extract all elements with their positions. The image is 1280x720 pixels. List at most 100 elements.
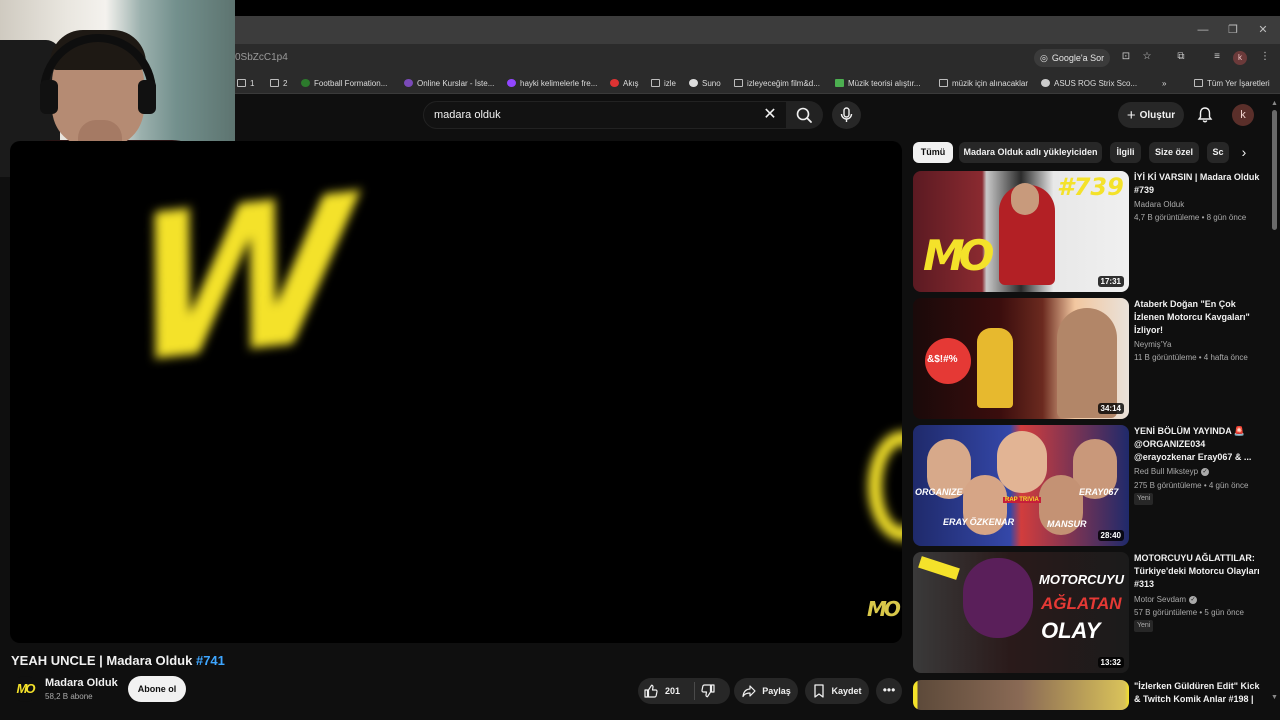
search-button[interactable] bbox=[787, 101, 823, 129]
suno-icon bbox=[689, 79, 698, 87]
channel-name[interactable]: Madara Olduk bbox=[45, 677, 118, 689]
chip-from-uploader[interactable]: Madara Olduk adlı yükleyiciden bbox=[959, 142, 1102, 163]
verified-check-icon: ✓ bbox=[1201, 467, 1210, 476]
football-icon bbox=[301, 79, 310, 87]
bookmark-asus-rog[interactable]: ASUS ROG Strix Sco... bbox=[1041, 76, 1137, 90]
hashtag-link[interactable]: #741 bbox=[196, 653, 225, 668]
headphone-cup bbox=[138, 80, 156, 114]
bookmark-folder-2[interactable]: 2 bbox=[270, 76, 287, 90]
thumb-helmet bbox=[963, 558, 1033, 638]
bookmark-izle[interactable]: izle bbox=[651, 76, 676, 90]
url-text[interactable]: 0SbZcC1p4 bbox=[235, 52, 288, 63]
verified-check-icon: ✓ bbox=[1189, 595, 1198, 604]
page-scrollbar[interactable] bbox=[1272, 110, 1277, 230]
rec-title[interactable]: Ataberk Doğan "En Çok İzlenen Motorcu Ka… bbox=[1134, 298, 1264, 337]
account-avatar[interactable]: k bbox=[1232, 104, 1254, 126]
rec-channel[interactable]: Motor Sevdam ✓ bbox=[1134, 595, 1198, 604]
bookmark-icon bbox=[814, 684, 825, 698]
rec-thumbnail[interactable]: MOTORCUYU AĞLATAN OLAY 13:32 bbox=[913, 552, 1129, 673]
bookmark-star-icon[interactable]: ☆ bbox=[1140, 50, 1154, 64]
thumb-episode-text: #739 bbox=[1057, 173, 1124, 201]
rec-title[interactable]: YENİ BÖLÜM YAYINDA 🚨 @ORGANIZE034 @erayo… bbox=[1134, 425, 1264, 464]
rec-thumbnail[interactable]: &$!#% 34:14 bbox=[913, 298, 1129, 419]
thumb-logo: MO bbox=[923, 231, 994, 280]
minimize-icon[interactable]: — bbox=[1188, 16, 1218, 44]
like-button[interactable]: 201 bbox=[643, 683, 680, 699]
create-button[interactable]: + Oluştur bbox=[1118, 102, 1184, 128]
scroll-up-arrow-icon[interactable]: ▲ bbox=[1271, 100, 1278, 107]
share-button[interactable]: Paylaş bbox=[734, 678, 798, 704]
thumb-censor-text: &$!#% bbox=[927, 354, 958, 365]
search-icon bbox=[796, 107, 812, 123]
save-label: Kaydet bbox=[831, 686, 862, 696]
bookmark-folder-1[interactable]: 1 bbox=[237, 76, 254, 90]
all-bookmarks[interactable]: Tüm Yer İşaretleri bbox=[1194, 76, 1270, 90]
folder-icon bbox=[939, 79, 948, 87]
google-sor-label: Google'a Sor bbox=[1051, 53, 1105, 63]
google-sor-button[interactable]: ◎ Google'a Sor bbox=[1034, 49, 1111, 67]
clear-search-icon[interactable]: ✕ bbox=[760, 105, 780, 125]
site-icon bbox=[1041, 79, 1050, 87]
more-actions-icon[interactable]: ••• bbox=[876, 678, 902, 704]
new-badge: Yeni bbox=[1134, 620, 1154, 632]
save-button[interactable]: Kaydet bbox=[805, 678, 869, 704]
folder-icon bbox=[1194, 79, 1203, 87]
google-lens-icon: ◎ bbox=[1040, 52, 1048, 63]
rec-title[interactable]: "İzlerken Güldüren Edit" Kick & Twitch K… bbox=[1134, 680, 1264, 706]
video-title-text: YEAH UNCLE | Madara Olduk bbox=[11, 653, 193, 668]
rec-title[interactable]: MOTORCUYU AĞLATTILAR: Türkiye'deki Motor… bbox=[1134, 552, 1264, 591]
bookmark-suno[interactable]: Suno bbox=[689, 76, 721, 90]
rec-title[interactable]: İYİ Kİ VARSIN | Madara Olduk #739 bbox=[1134, 171, 1264, 197]
voice-search-button[interactable] bbox=[832, 101, 861, 129]
bookmark-izleyecegim[interactable]: izleyeceğim film&d... bbox=[734, 76, 820, 90]
rec-channel[interactable]: Red Bull Miksteyp ✓ bbox=[1134, 467, 1210, 476]
search-input[interactable] bbox=[434, 107, 754, 123]
scroll-down-arrow-icon[interactable]: ▼ bbox=[1271, 694, 1278, 701]
duration-badge: 34:14 bbox=[1097, 403, 1124, 414]
browser-menu-icon[interactable]: ⋮ bbox=[1258, 50, 1272, 64]
notifications-button[interactable] bbox=[1195, 105, 1215, 125]
rec-thumbnail[interactable]: MO #739 17:31 bbox=[913, 171, 1129, 292]
restore-icon[interactable]: ❐ bbox=[1218, 16, 1248, 44]
video-player[interactable]: W MO bbox=[10, 141, 902, 643]
rec-meta: 275 B görüntüleme • 4 gün önce bbox=[1134, 481, 1249, 490]
microphone-icon bbox=[840, 107, 853, 122]
plus-icon: + bbox=[1126, 106, 1136, 124]
subscriber-count: 58,2 B abone bbox=[45, 692, 93, 701]
bookmark-football[interactable]: Football Formation... bbox=[301, 76, 387, 90]
bookmark-akis[interactable]: Akış bbox=[610, 76, 639, 90]
chip-for-you[interactable]: Size özel bbox=[1149, 142, 1199, 163]
subscribe-button[interactable]: Abone ol bbox=[128, 676, 186, 702]
bookmark-hayki[interactable]: hayki kelimelerle fre... bbox=[507, 76, 597, 90]
rec-thumbnail[interactable]: ORGANIZE ERAY067 ERAY ÖZKENAR MANSUR RAP… bbox=[913, 425, 1129, 546]
rec-meta: 57 B görüntüleme • 5 gün önce bbox=[1134, 608, 1244, 617]
bookmarks-overflow[interactable]: » bbox=[1162, 76, 1166, 90]
chip-related[interactable]: İlgili bbox=[1110, 142, 1141, 163]
chip-all[interactable]: Tümü bbox=[913, 142, 953, 163]
thumb-man-figure bbox=[977, 328, 1013, 408]
bookmark-online-kurslar[interactable]: Online Kurslar - İste... bbox=[404, 76, 494, 90]
site-icon bbox=[835, 79, 844, 87]
rec-channel[interactable]: Madara Olduk bbox=[1134, 200, 1184, 209]
thumb-person-figure bbox=[997, 431, 1047, 493]
extensions-icon[interactable]: ⧉ bbox=[1174, 50, 1188, 64]
channel-avatar[interactable]: MO bbox=[12, 676, 38, 702]
channel-watermark[interactable]: MO bbox=[867, 597, 901, 621]
rec-channel[interactable]: Neymiş'Ya bbox=[1134, 340, 1171, 349]
reading-list-icon[interactable]: ≡ bbox=[1210, 50, 1224, 64]
video-frame-logo-letter: W bbox=[126, 151, 355, 410]
chip-truncated[interactable]: Sc bbox=[1207, 142, 1229, 163]
bookmark-muzik-teorisi[interactable]: Müzik teorisi alıştır... bbox=[835, 76, 920, 90]
chevron-right-icon[interactable]: › bbox=[1232, 142, 1256, 163]
install-app-icon[interactable]: ⊡ bbox=[1119, 50, 1133, 64]
rec-thumbnail[interactable] bbox=[913, 680, 1129, 710]
thumb-label: ORGANIZE bbox=[915, 487, 963, 497]
site-icon bbox=[404, 79, 413, 87]
folder-icon bbox=[270, 79, 279, 87]
dislike-button[interactable] bbox=[700, 683, 716, 699]
browser-profile-avatar[interactable]: k bbox=[1233, 51, 1247, 65]
bookmark-muzik-icin[interactable]: müzik için alınacaklar bbox=[939, 76, 1028, 90]
new-badge: Yeni bbox=[1134, 493, 1154, 505]
thumb-arrow-shape bbox=[918, 556, 960, 580]
close-window-icon[interactable]: ✕ bbox=[1248, 16, 1278, 44]
